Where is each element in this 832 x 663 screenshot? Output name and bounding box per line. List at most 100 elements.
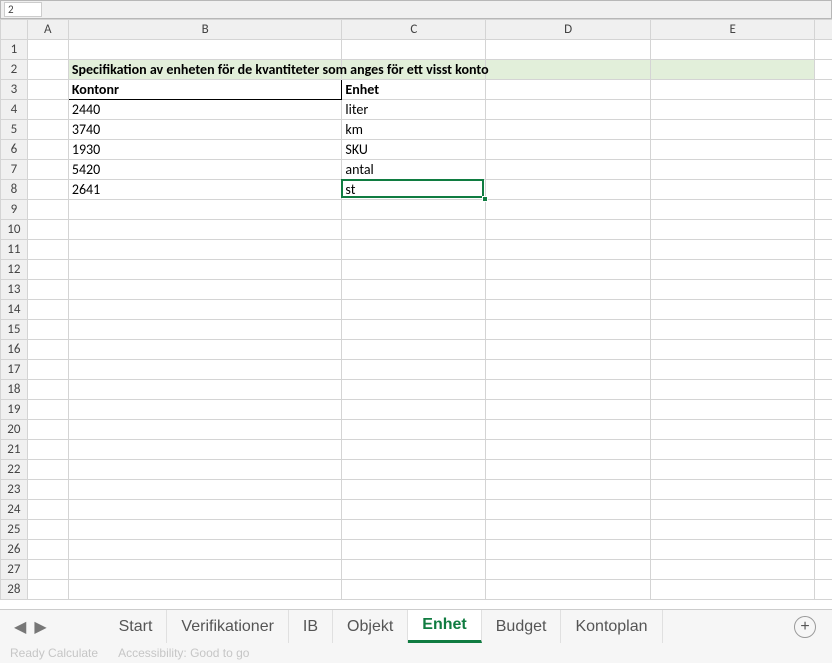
cell-C5[interactable]: km (342, 120, 486, 140)
cell-D28[interactable] (486, 580, 651, 600)
cell-B10[interactable] (68, 220, 342, 240)
row-header[interactable]: 9 (1, 200, 28, 220)
row-header[interactable]: 22 (1, 460, 28, 480)
row-header[interactable]: 11 (1, 240, 28, 260)
cell-B2[interactable]: Specifikation av enheten för de kvantite… (68, 60, 342, 80)
cell-E27[interactable] (650, 560, 815, 580)
select-all-corner[interactable] (1, 20, 28, 40)
cell-C18[interactable] (342, 380, 486, 400)
cell-B9[interactable] (68, 200, 342, 220)
cell-A21[interactable] (27, 440, 68, 460)
cell-C16[interactable] (342, 340, 486, 360)
cell-C10[interactable] (342, 220, 486, 240)
cell-C26[interactable] (342, 540, 486, 560)
col-header-E[interactable]: E (650, 20, 815, 40)
cell-A1[interactable] (27, 40, 68, 60)
cell-B5[interactable]: 3740 (68, 120, 342, 140)
cell-C19[interactable] (342, 400, 486, 420)
cell-A15[interactable] (27, 320, 68, 340)
cell-E26[interactable] (650, 540, 815, 560)
cell-E23[interactable] (650, 480, 815, 500)
row-header[interactable]: 17 (1, 360, 28, 380)
cell-A18[interactable] (27, 380, 68, 400)
cell-F27[interactable] (815, 560, 832, 580)
cell-F28[interactable] (815, 580, 832, 600)
cell-E2[interactable] (650, 60, 815, 80)
cell-F21[interactable] (815, 440, 832, 460)
row-header[interactable]: 3 (1, 80, 28, 100)
cell-F23[interactable] (815, 480, 832, 500)
cell-F17[interactable] (815, 360, 832, 380)
cell-B4[interactable]: 2440 (68, 100, 342, 120)
row-header[interactable]: 6 (1, 140, 28, 160)
cell-F22[interactable] (815, 460, 832, 480)
cell-D4[interactable] (486, 100, 651, 120)
cell-C22[interactable] (342, 460, 486, 480)
row-header[interactable]: 28 (1, 580, 28, 600)
cell-B28[interactable] (68, 580, 342, 600)
row-header[interactable]: 5 (1, 120, 28, 140)
cell-D18[interactable] (486, 380, 651, 400)
row-header[interactable]: 12 (1, 260, 28, 280)
cell-B3[interactable]: Kontonr (68, 80, 342, 100)
cell-D7[interactable] (486, 160, 651, 180)
cell-C27[interactable] (342, 560, 486, 580)
cell-C21[interactable] (342, 440, 486, 460)
cell-B18[interactable] (68, 380, 342, 400)
row-header[interactable]: 1 (1, 40, 28, 60)
cell-E14[interactable] (650, 300, 815, 320)
cell-A8[interactable] (27, 180, 68, 200)
cell-C6[interactable]: SKU (342, 140, 486, 160)
tab-nav-next-icon[interactable]: ▶ (34, 617, 46, 637)
row-header[interactable]: 2 (1, 60, 28, 80)
cell-E22[interactable] (650, 460, 815, 480)
cell-E24[interactable] (650, 500, 815, 520)
cell-E5[interactable] (650, 120, 815, 140)
cell-D22[interactable] (486, 460, 651, 480)
cell-A27[interactable] (27, 560, 68, 580)
cell-D9[interactable] (486, 200, 651, 220)
cell-A28[interactable] (27, 580, 68, 600)
cell-E8[interactable] (650, 180, 815, 200)
cell-A14[interactable] (27, 300, 68, 320)
fill-handle[interactable] (482, 196, 488, 202)
cell-F10[interactable] (815, 220, 832, 240)
cell-D26[interactable] (486, 540, 651, 560)
row-header[interactable]: 19 (1, 400, 28, 420)
tab-nav-prev-icon[interactable]: ◀ (14, 617, 26, 637)
cell-B11[interactable] (68, 240, 342, 260)
row-header[interactable]: 21 (1, 440, 28, 460)
cell-A12[interactable] (27, 260, 68, 280)
cell-B8[interactable]: 2641 (68, 180, 342, 200)
cell-F20[interactable] (815, 420, 832, 440)
cell-D8[interactable] (486, 180, 651, 200)
cell-C17[interactable] (342, 360, 486, 380)
tab-kontoplan[interactable]: Kontoplan (561, 610, 662, 643)
cell-B21[interactable] (68, 440, 342, 460)
cell-F5[interactable] (815, 120, 832, 140)
tab-enhet[interactable]: Enhet (408, 610, 481, 643)
cell-F19[interactable] (815, 400, 832, 420)
cell-D23[interactable] (486, 480, 651, 500)
tab-objekt[interactable]: Objekt (333, 610, 408, 643)
cell-A19[interactable] (27, 400, 68, 420)
cell-D12[interactable] (486, 260, 651, 280)
cell-F11[interactable] (815, 240, 832, 260)
cell-E6[interactable] (650, 140, 815, 160)
cell-B16[interactable] (68, 340, 342, 360)
cell-C8[interactable]: st (342, 180, 486, 200)
cell-A26[interactable] (27, 540, 68, 560)
cell-D10[interactable] (486, 220, 651, 240)
row-header[interactable]: 26 (1, 540, 28, 560)
cell-A9[interactable] (27, 200, 68, 220)
cell-E3[interactable] (650, 80, 815, 100)
tab-start[interactable]: Start (105, 610, 168, 643)
cell-A22[interactable] (27, 460, 68, 480)
cell-C28[interactable] (342, 580, 486, 600)
cell-F18[interactable] (815, 380, 832, 400)
cell-E1[interactable] (650, 40, 815, 60)
cell-E11[interactable] (650, 240, 815, 260)
cell-B12[interactable] (68, 260, 342, 280)
cell-F12[interactable] (815, 260, 832, 280)
row-header[interactable]: 23 (1, 480, 28, 500)
